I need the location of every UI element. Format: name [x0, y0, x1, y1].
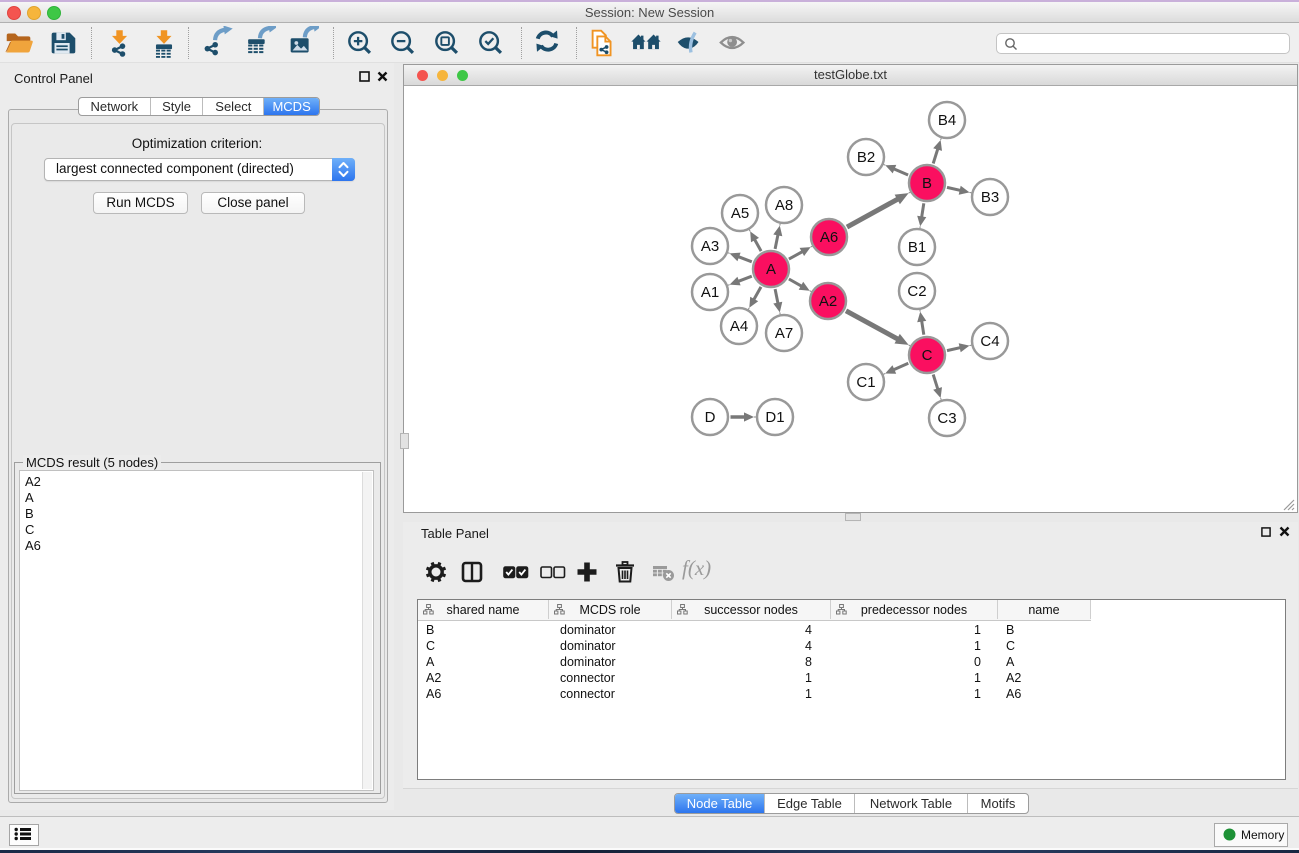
- svg-text:C1: C1: [856, 374, 875, 391]
- svg-text:A8: A8: [775, 197, 793, 214]
- svg-text:C: C: [922, 347, 933, 364]
- svg-text:D1: D1: [765, 409, 784, 426]
- svg-text:A6: A6: [820, 229, 838, 246]
- svg-text:C3: C3: [937, 410, 956, 427]
- svg-text:A7: A7: [775, 325, 793, 342]
- svg-text:D: D: [705, 409, 716, 426]
- svg-text:A5: A5: [731, 205, 749, 222]
- svg-text:A2: A2: [819, 293, 837, 310]
- svg-text:C2: C2: [907, 283, 926, 300]
- svg-text:A: A: [766, 261, 776, 278]
- svg-text:B2: B2: [857, 149, 875, 166]
- svg-text:B1: B1: [908, 239, 926, 256]
- svg-text:B4: B4: [938, 112, 956, 129]
- svg-text:A4: A4: [730, 318, 748, 335]
- svg-text:B3: B3: [981, 189, 999, 206]
- svg-text:A3: A3: [701, 238, 719, 255]
- svg-text:B: B: [922, 175, 932, 192]
- svg-text:C4: C4: [980, 333, 999, 350]
- svg-text:A1: A1: [701, 284, 719, 301]
